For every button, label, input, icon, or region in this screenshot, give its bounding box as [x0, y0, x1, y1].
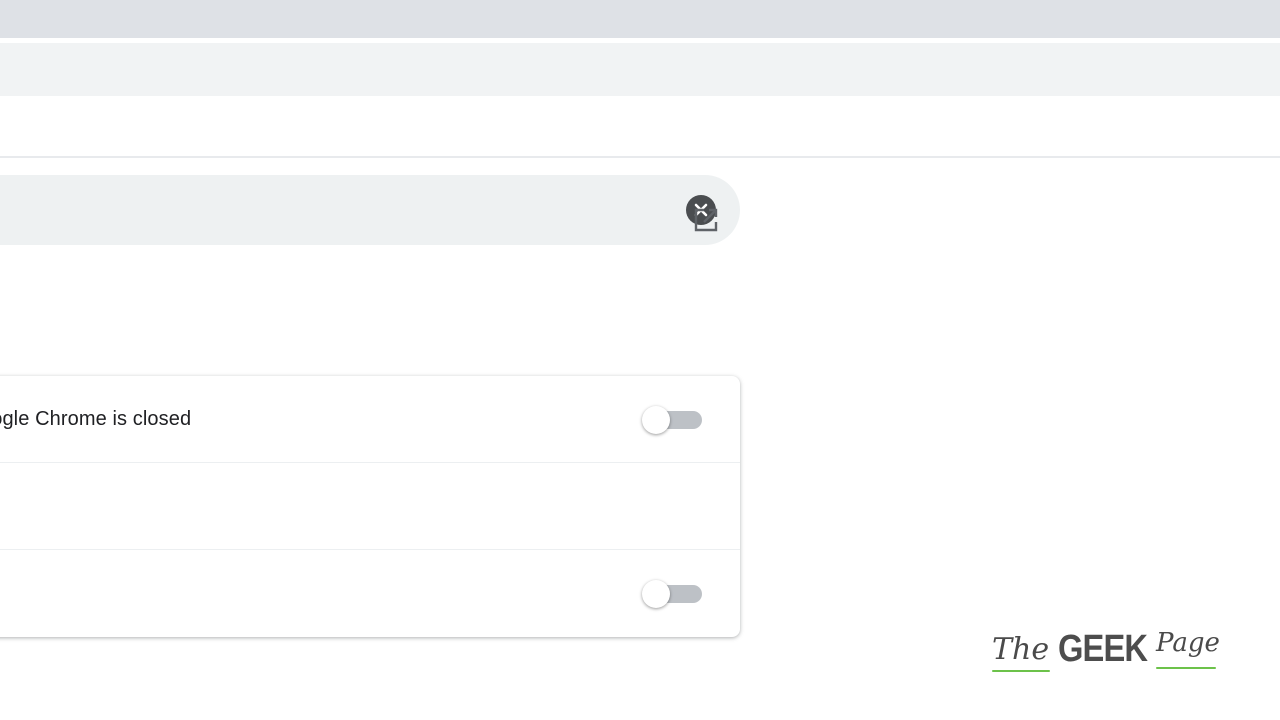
- watermark-page: Page: [1156, 628, 1220, 658]
- watermark-geek: GEEK: [1058, 628, 1148, 670]
- setting-row: [0, 463, 740, 608]
- tab-strip: [0, 0, 1280, 38]
- toggle-knob: [642, 406, 670, 434]
- browser-window: oogle Chrome is closed The GEEK Page: [0, 0, 1280, 720]
- watermark-underline: [992, 670, 1050, 672]
- setting-toggle[interactable]: [642, 406, 702, 434]
- watermark-underline: [1156, 667, 1216, 669]
- browser-toolbar: [0, 38, 1280, 96]
- external-link-icon[interactable]: [690, 204, 722, 236]
- setting-row: oogle Chrome is closed: [0, 376, 740, 463]
- watermark-the: The: [992, 632, 1050, 667]
- settings-header: [0, 96, 1280, 158]
- settings-card: oogle Chrome is closed: [0, 376, 740, 637]
- watermark-logo: The GEEK Page: [988, 624, 1220, 680]
- setting-label: oogle Chrome is closed: [0, 408, 192, 430]
- setting-row-link[interactable]: [0, 550, 740, 637]
- settings-search-field[interactable]: [0, 175, 740, 245]
